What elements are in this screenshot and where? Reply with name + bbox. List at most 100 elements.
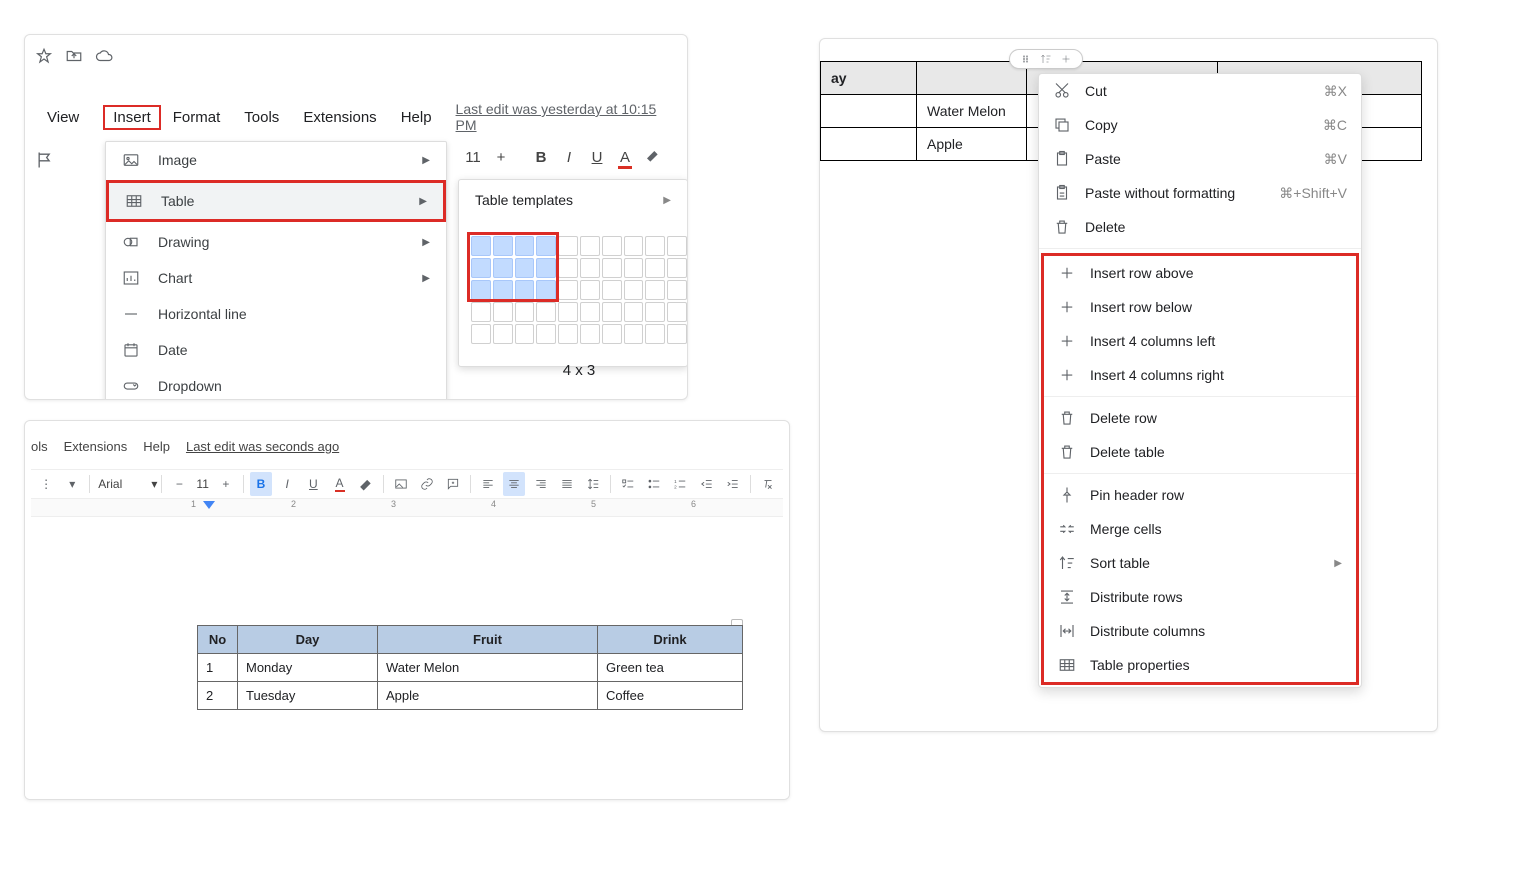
grid-cell[interactable] — [602, 236, 622, 256]
insert-comment-button[interactable] — [442, 472, 464, 496]
menu-extensions[interactable]: Extensions — [303, 109, 376, 126]
menu-format[interactable]: Format — [173, 109, 221, 126]
menu-view[interactable]: View — [47, 109, 79, 126]
insert-chart[interactable]: Chart▶ — [106, 260, 446, 296]
doc-table[interactable]: NoDayFruitDrink 1MondayWater MelonGreen … — [197, 625, 743, 710]
grid-cell[interactable] — [580, 258, 600, 278]
grid-cell[interactable] — [645, 324, 665, 344]
grid-cell[interactable] — [645, 258, 665, 278]
ctx-table-properties[interactable]: Table properties — [1044, 648, 1356, 682]
line-spacing-button[interactable] — [582, 472, 604, 496]
grid-cell[interactable] — [602, 302, 622, 322]
clear-formatting-button[interactable] — [757, 472, 779, 496]
grid-cell[interactable] — [624, 324, 644, 344]
ctx-sort-table[interactable]: Sort table▶ — [1044, 546, 1356, 580]
grid-cell[interactable] — [667, 258, 687, 278]
indent-marker-icon[interactable] — [203, 501, 215, 509]
grid-cell[interactable] — [558, 280, 578, 300]
menu-ols[interactable]: ols — [31, 439, 48, 454]
grid-cell[interactable] — [667, 280, 687, 300]
grid-cell[interactable] — [624, 258, 644, 278]
grid-cell[interactable] — [515, 302, 535, 322]
grid-cell[interactable] — [580, 324, 600, 344]
grid-cell[interactable] — [580, 236, 600, 256]
checklist-button[interactable] — [617, 472, 639, 496]
doc-td[interactable]: Tuesday — [238, 682, 378, 710]
grid-cell[interactable] — [602, 258, 622, 278]
grid-cell[interactable] — [471, 324, 491, 344]
menu-insert[interactable]: Insert — [103, 105, 161, 130]
align-center-button[interactable] — [503, 472, 525, 496]
ctx-distribute-cols[interactable]: Distribute columns — [1044, 614, 1356, 648]
grid-cell[interactable] — [536, 302, 556, 322]
underline-button[interactable]: U — [302, 472, 324, 496]
grid-cell[interactable] — [558, 258, 578, 278]
doc-td[interactable]: Water Melon — [378, 654, 598, 682]
align-justify-button[interactable] — [556, 472, 578, 496]
grid-cell[interactable] — [667, 302, 687, 322]
doc-th[interactable]: Fruit — [378, 626, 598, 654]
insert-link-button[interactable] — [416, 472, 438, 496]
align-left-button[interactable] — [477, 472, 499, 496]
ctx-delete[interactable]: Delete — [1039, 210, 1361, 244]
bold-button[interactable]: B — [527, 149, 555, 166]
insert-dropdown[interactable]: Dropdown — [106, 368, 446, 400]
ctx-copy[interactable]: Copy⌘C — [1039, 108, 1361, 142]
grid-cell[interactable] — [515, 324, 535, 344]
fontsize-value[interactable]: 11 — [459, 149, 487, 166]
doc-td[interactable]: 2 — [198, 682, 238, 710]
font-family[interactable]: Arial▾ — [94, 474, 157, 494]
bold-button[interactable]: B — [250, 472, 272, 496]
last-edit-link[interactable]: Last edit was seconds ago — [186, 439, 339, 454]
insert-image-button[interactable] — [390, 472, 412, 496]
ctx-delete-table[interactable]: Delete table — [1044, 435, 1356, 469]
table-controls-pill[interactable] — [1009, 49, 1083, 69]
grid-cell[interactable] — [602, 324, 622, 344]
ctx-pin-header[interactable]: Pin header row — [1044, 478, 1356, 512]
text-color-button[interactable]: A — [611, 149, 639, 166]
grid-cell[interactable] — [667, 324, 687, 344]
menu-tools[interactable]: Tools — [244, 109, 279, 126]
last-edit-link[interactable]: Last edit was yesterday at 10:15 PM — [456, 101, 663, 133]
cloud-icon[interactable] — [95, 47, 113, 65]
grid-cell[interactable] — [645, 236, 665, 256]
grid-cell[interactable] — [624, 280, 644, 300]
doc-th[interactable]: Day — [238, 626, 378, 654]
ctx-cut[interactable]: Cut⌘X — [1039, 74, 1361, 108]
ctx-insert-cols-right[interactable]: Insert 4 columns right — [1044, 358, 1356, 392]
ctx-distribute-rows[interactable]: Distribute rows — [1044, 580, 1356, 614]
align-right-button[interactable] — [529, 472, 551, 496]
ctx-merge-cells[interactable]: Merge cells — [1044, 512, 1356, 546]
more-tools-icon[interactable]: ⋮ — [35, 472, 57, 496]
fontsize-value[interactable]: 11 — [193, 477, 213, 491]
grid-cell[interactable] — [580, 302, 600, 322]
paint-format-icon[interactable] — [35, 150, 55, 170]
table-templates[interactable]: Table templates▶ — [459, 180, 687, 220]
grid-cell[interactable] — [558, 236, 578, 256]
grid-cell[interactable] — [558, 324, 578, 344]
ctx-delete-row[interactable]: Delete row — [1044, 401, 1356, 435]
numbered-list-button[interactable]: 12 — [669, 472, 691, 496]
grid-cell[interactable] — [645, 302, 665, 322]
ctx-paste-without-formatting[interactable]: Paste without formatting⌘+Shift+V — [1039, 176, 1361, 210]
ctx-insert-row-above[interactable]: Insert row above — [1044, 256, 1356, 290]
increase-indent-button[interactable] — [722, 472, 744, 496]
grid-cell[interactable] — [558, 302, 578, 322]
grid-cell[interactable] — [536, 324, 556, 344]
fontsize-plus[interactable]: + — [487, 149, 515, 166]
italic-button[interactable]: I — [276, 472, 298, 496]
doc-th[interactable]: No — [198, 626, 238, 654]
styles-dropdown-icon[interactable]: ▾ — [61, 472, 83, 496]
insert-hline[interactable]: Horizontal line — [106, 296, 446, 332]
fontsize-minus[interactable]: − — [168, 472, 190, 496]
move-to-drive-icon[interactable] — [65, 47, 83, 65]
underline-button[interactable]: U — [583, 149, 611, 166]
more-button[interactable]: c — [677, 149, 688, 166]
menu-extensions[interactable]: Extensions — [64, 439, 128, 454]
grid-cell[interactable] — [624, 236, 644, 256]
doc-td[interactable]: Green tea — [598, 654, 743, 682]
fontsize-plus[interactable]: + — [215, 472, 237, 496]
grid-cell[interactable] — [580, 280, 600, 300]
italic-button[interactable]: I — [555, 149, 583, 166]
grid-cell[interactable] — [645, 280, 665, 300]
